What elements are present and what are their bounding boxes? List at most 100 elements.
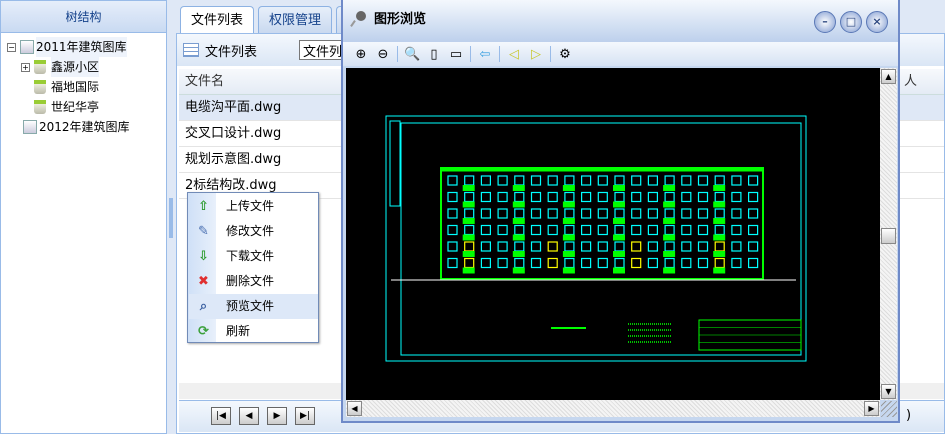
scroll-left-button[interactable]: ◀ (347, 401, 362, 416)
horizontal-scrollbar[interactable]: ◀ ▶ (346, 400, 880, 417)
pager-prev-button[interactable]: ◀ (239, 407, 259, 425)
fit-width-icon[interactable]: ▭ (448, 47, 464, 62)
window (681, 241, 692, 252)
zoom-window-icon[interactable]: 🔍 (404, 47, 420, 62)
cad-drawing-canvas[interactable] (346, 68, 880, 400)
menu-item[interactable]: ✖ 删除文件 (189, 269, 318, 294)
next-icon[interactable]: ▷ (528, 47, 544, 62)
tab-1[interactable]: 权限管理 (258, 6, 333, 34)
expand-icon[interactable]: + (21, 62, 30, 72)
tree-node-label[interactable]: 2012年建筑图库 (39, 117, 130, 137)
window (731, 241, 742, 252)
window (714, 175, 725, 186)
menu-item[interactable]: ⇩ 下载文件 (189, 244, 318, 269)
tree-node-label[interactable]: 世纪华亭 (51, 97, 99, 117)
menu-item-label: 刷新 (226, 324, 251, 338)
window (597, 175, 608, 186)
window (514, 208, 525, 219)
window (514, 257, 525, 269)
settings-icon[interactable]: ⚙ (557, 47, 573, 62)
pager-next-button[interactable]: ▶ (267, 407, 287, 425)
tree-node-label[interactable]: 2011年建筑图库 (36, 37, 127, 57)
menu-item[interactable]: ✎ 修改文件 (189, 219, 318, 244)
toolbar-title: 文件列表 (205, 44, 258, 60)
zoom-in-icon[interactable]: ⊕ (353, 47, 369, 62)
refresh-icon: ⟳ (198, 324, 209, 339)
window (480, 224, 491, 236)
window (581, 175, 592, 186)
tab-0[interactable]: 文件列表 (180, 6, 255, 34)
splitter-handle[interactable] (169, 198, 173, 238)
window (681, 208, 692, 219)
close-button[interactable]: × (866, 11, 888, 33)
window (714, 241, 725, 252)
balcony (512, 218, 525, 224)
window (614, 241, 625, 252)
balcony (562, 267, 575, 274)
balcony (512, 251, 525, 257)
preview-window-title: 图形浏览 (374, 12, 427, 27)
window (480, 241, 491, 252)
minimize-button[interactable]: – (814, 11, 836, 33)
column-header-filename[interactable]: 文件名 (185, 74, 224, 89)
scroll-thumb[interactable] (881, 228, 896, 244)
window (547, 191, 558, 203)
toolbar-separator (397, 46, 398, 62)
back-icon[interactable]: ⇦ (477, 47, 493, 62)
window (547, 257, 558, 269)
window (480, 175, 491, 186)
pager-first-button[interactable]: |◀ (211, 407, 231, 425)
preview-window-titlebar[interactable]: 图形浏览 – □ × (343, 0, 898, 42)
window (681, 191, 692, 203)
project-icon (34, 60, 46, 74)
zoom-out-icon[interactable]: ⊖ (375, 47, 391, 62)
balcony (562, 234, 575, 241)
balcony (663, 218, 676, 224)
tree: − 2011年建筑图库 + 鑫源小区 福地国际 世纪华亭 2012年建筑图库 (1, 33, 166, 137)
tree-node[interactable]: 2012年建筑图库 (1, 117, 166, 137)
window (480, 191, 491, 203)
tree-node[interactable]: − 2011年建筑图库 (1, 37, 166, 57)
scroll-up-button[interactable]: ▲ (881, 69, 896, 84)
menu-item[interactable]: ⟳ 刷新 (189, 319, 318, 344)
vertical-scrollbar[interactable]: ▲ ▼ (880, 68, 897, 400)
collapse-icon[interactable]: − (7, 42, 16, 52)
prev-icon[interactable]: ◁ (506, 47, 522, 62)
tree-node-label[interactable]: 鑫源小区 (51, 57, 100, 77)
window (664, 175, 675, 186)
column-header-person[interactable]: 人 (904, 69, 917, 95)
tree-node[interactable]: 福地国际 (1, 77, 166, 97)
balcony (562, 185, 575, 191)
tree-node[interactable]: + 鑫源小区 (1, 57, 166, 77)
window (530, 241, 542, 252)
menu-item[interactable]: ⌕ 预览文件 (189, 294, 318, 319)
tree-node[interactable]: 世纪华亭 (1, 97, 166, 117)
window (664, 257, 675, 269)
fit-height-icon[interactable]: ▯ (426, 47, 442, 62)
splitter[interactable] (167, 0, 176, 434)
window (514, 191, 525, 203)
maximize-button[interactable]: □ (840, 11, 862, 33)
context-menu: ⇧ 上传文件 ✎ 修改文件 ⇩ 下载文件 ✖ 删除文件 ⌕ 预览文件 ⟳ 刷新 (187, 192, 319, 343)
balcony (713, 251, 726, 257)
window (597, 241, 608, 252)
pager-last-button[interactable]: ▶| (295, 407, 315, 425)
delete-icon: ✖ (198, 274, 209, 289)
balcony (713, 185, 726, 191)
window (464, 175, 475, 186)
menu-item[interactable]: ⇧ 上传文件 (189, 194, 318, 219)
scroll-right-button[interactable]: ▶ (864, 401, 879, 416)
balcony (462, 267, 475, 274)
window (564, 208, 575, 219)
balcony (613, 218, 625, 224)
window (464, 257, 475, 269)
tree-node-label[interactable]: 福地国际 (51, 77, 99, 97)
balcony (663, 185, 676, 191)
window (581, 257, 592, 269)
window (714, 224, 725, 236)
scroll-down-button[interactable]: ▼ (881, 384, 896, 399)
balcony (562, 218, 575, 224)
balcony (512, 267, 525, 274)
resize-grip[interactable] (881, 401, 897, 417)
window (447, 241, 458, 252)
